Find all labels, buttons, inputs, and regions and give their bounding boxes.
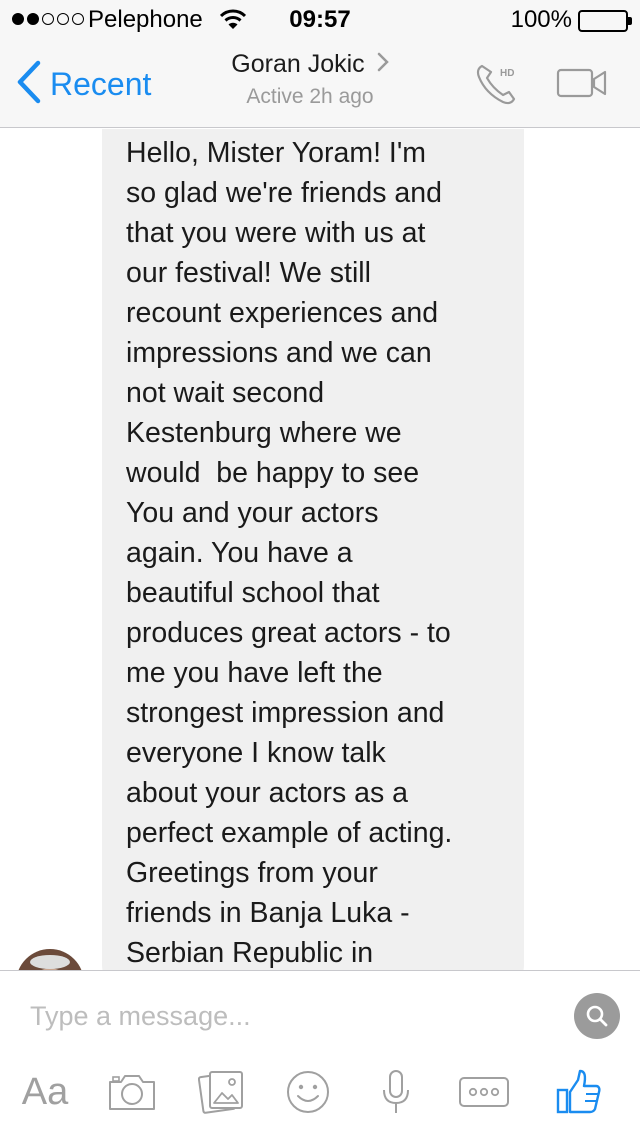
smiley-icon xyxy=(287,1071,329,1113)
message-bubble[interactable]: Hello, Mister Yoram! I'm so glad we're f… xyxy=(102,129,524,970)
more-button[interactable] xyxy=(456,1067,512,1117)
microphone-icon xyxy=(383,1070,409,1113)
battery-icon xyxy=(578,10,632,32)
gallery-button[interactable] xyxy=(196,1067,248,1117)
back-button[interactable]: Recent xyxy=(16,60,151,109)
sticker-button[interactable] xyxy=(284,1067,332,1117)
battery-percentage: 100% xyxy=(510,6,572,33)
message-input[interactable] xyxy=(30,993,550,1039)
status-bar: Pelephone 09:57 100% xyxy=(0,0,640,40)
composer-toolbar: Aa xyxy=(0,1067,640,1127)
hd-badge: HD xyxy=(500,68,514,79)
thumbs-up-icon xyxy=(556,1069,601,1114)
text-style-label: Aa xyxy=(21,1070,69,1113)
chevron-left-icon xyxy=(16,60,42,109)
message-text: Hello, Mister Yoram! I'm so glad we're f… xyxy=(126,137,453,969)
more-icon xyxy=(459,1077,509,1107)
avatar[interactable] xyxy=(16,949,84,970)
search-icon xyxy=(586,1005,608,1027)
phone-hd-icon: HD xyxy=(476,64,516,105)
video-call-button[interactable] xyxy=(556,66,608,105)
like-button[interactable] xyxy=(552,1067,604,1117)
navigation-bar: Recent Goran Jokic Active 2h ago HD xyxy=(0,40,640,128)
voice-button[interactable] xyxy=(378,1067,414,1117)
search-button[interactable] xyxy=(574,993,620,1039)
camera-icon xyxy=(109,1075,155,1110)
text-style-button[interactable]: Aa xyxy=(18,1067,72,1117)
video-camera-icon xyxy=(556,68,607,98)
message-thread[interactable]: Hello, Mister Yoram! I'm so glad we're f… xyxy=(0,129,640,970)
back-button-label: Recent xyxy=(50,66,152,102)
conversation-title[interactable]: Goran Jokic Active 2h ago xyxy=(180,50,440,109)
gallery-icon xyxy=(198,1071,243,1114)
contact-name: Goran Jokic xyxy=(231,50,365,78)
phone-call-button[interactable]: HD xyxy=(474,60,524,113)
camera-button[interactable] xyxy=(106,1067,158,1117)
message-composer: Aa xyxy=(0,970,640,1136)
contact-active-status: Active 2h ago xyxy=(246,85,374,108)
chevron-right-icon xyxy=(377,52,389,77)
